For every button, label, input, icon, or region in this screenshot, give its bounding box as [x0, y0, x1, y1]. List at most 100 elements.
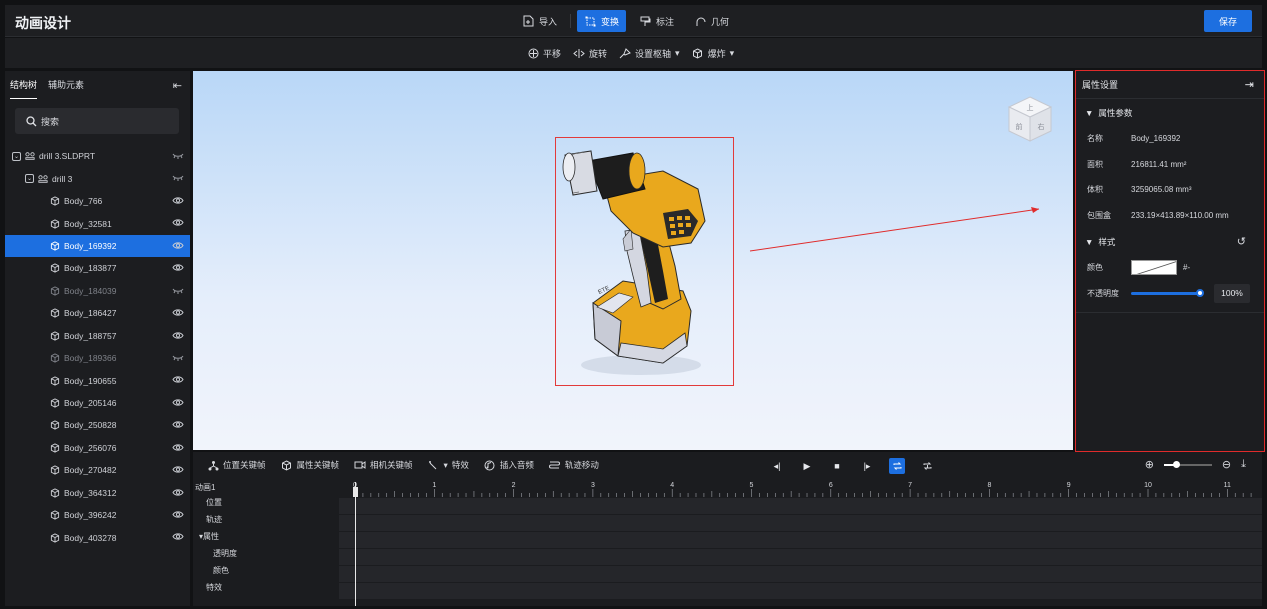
- eye-icon[interactable]: [172, 532, 184, 542]
- tree-item[interactable]: Body_250828: [5, 414, 190, 436]
- camera-keyframe-button[interactable]: 相机关键帧: [354, 459, 413, 471]
- property-panel-title: 属性设置: [1082, 80, 1119, 90]
- translate-button[interactable]: 平移: [527, 44, 561, 62]
- ruler-tick-label: 7: [908, 482, 912, 489]
- expand-toggle-icon[interactable]: ⌄: [12, 151, 21, 161]
- toolbar-divider: [570, 14, 572, 28]
- eye-icon[interactable]: [172, 218, 184, 228]
- tree-item[interactable]: Body_183877: [5, 257, 190, 279]
- track-lane[interactable]: [339, 566, 1262, 582]
- track-label[interactable]: 位置: [193, 494, 339, 511]
- tab-structure-tree[interactable]: 结构树: [10, 71, 38, 99]
- import-button[interactable]: 导入: [515, 10, 564, 32]
- track-move-button[interactable]: 轨迹移动: [549, 459, 599, 471]
- collapse-left-icon[interactable]: ⇤: [173, 79, 182, 92]
- eye-icon[interactable]: [172, 465, 184, 475]
- tree-item[interactable]: Body_270482: [5, 459, 190, 481]
- zoom-slider[interactable]: [1163, 460, 1212, 468]
- collapse-right-icon[interactable]: ⇥: [1245, 78, 1254, 91]
- tree-item[interactable]: Body_189366: [5, 347, 190, 369]
- tab-auxiliary-elements[interactable]: 辅助元素: [48, 71, 84, 99]
- track-lane[interactable]: [339, 532, 1262, 548]
- track-label[interactable]: 轨迹: [193, 511, 339, 528]
- track-lane[interactable]: [339, 549, 1262, 565]
- track-lane[interactable]: [339, 498, 1262, 514]
- tree-item[interactable]: Body_403278: [5, 526, 190, 548]
- playhead[interactable]: [355, 482, 356, 606]
- tree-item[interactable]: ⌄ drill 3.SLDPRT: [5, 145, 190, 167]
- loop-button[interactable]: [889, 458, 905, 474]
- transform-button[interactable]: 变换: [577, 10, 627, 32]
- time-ruler[interactable]: 01234567891011: [339, 480, 1262, 498]
- color-swatch[interactable]: [1131, 260, 1177, 276]
- property-keyframe-button[interactable]: 属性关键帧: [281, 459, 339, 471]
- tree-item[interactable]: Body_188757: [5, 325, 190, 347]
- download-icon[interactable]: ⤓: [1241, 458, 1246, 471]
- eye-closed-icon[interactable]: [172, 353, 184, 363]
- cube-icon: [281, 459, 293, 471]
- eye-icon[interactable]: [172, 196, 184, 206]
- track-label[interactable]: 颜色: [193, 562, 339, 579]
- step-back-button[interactable]: ◂|: [769, 458, 785, 474]
- position-keyframe-button[interactable]: 位置关键帧: [207, 459, 266, 471]
- play-button[interactable]: ▶: [799, 458, 815, 474]
- tree-item[interactable]: Body_32581: [5, 212, 190, 234]
- eye-icon[interactable]: [172, 241, 184, 251]
- tree-item[interactable]: Body_766: [5, 190, 190, 212]
- playhead-handle[interactable]: [353, 487, 358, 497]
- expand-toggle-icon[interactable]: ⌄: [25, 174, 34, 184]
- save-button[interactable]: 保存: [1204, 10, 1252, 32]
- track-label[interactable]: ▾属性: [193, 528, 339, 545]
- eye-icon[interactable]: [172, 263, 184, 273]
- tree-item[interactable]: Body_184039: [5, 280, 190, 302]
- tree-item[interactable]: Body_205146: [5, 392, 190, 414]
- zoom-in-icon[interactable]: ⊕: [1145, 458, 1154, 471]
- section-style[interactable]: ▼ 样式 ↺: [1076, 228, 1264, 255]
- eye-closed-icon[interactable]: [172, 151, 184, 161]
- slider-handle[interactable]: [1196, 288, 1204, 297]
- track-lane[interactable]: [339, 583, 1262, 599]
- track-lane[interactable]: [339, 515, 1262, 531]
- set-pivot-button[interactable]: 设置枢轴 ▾: [619, 44, 680, 62]
- chevron-down-icon: ▾: [675, 47, 680, 58]
- eye-icon[interactable]: [172, 375, 184, 385]
- geometry-button[interactable]: 几何: [687, 10, 736, 32]
- tree-item[interactable]: Body_186427: [5, 302, 190, 324]
- annotate-button[interactable]: 标注: [632, 10, 681, 32]
- explode-button[interactable]: 爆炸 ▾: [692, 44, 734, 62]
- opacity-slider[interactable]: [1131, 288, 1204, 297]
- 3d-viewport[interactable]: ETE 上 前 右: [193, 71, 1073, 450]
- search-input[interactable]: 搜索: [15, 108, 179, 134]
- tree-item[interactable]: Body_364312: [5, 482, 190, 504]
- insert-audio-button[interactable]: 插入音频: [484, 459, 534, 471]
- stop-button[interactable]: ■: [829, 458, 845, 474]
- tree-item-label: Body_190655: [64, 375, 117, 386]
- track-label[interactable]: 特效: [193, 579, 339, 596]
- pivot-icon: [619, 47, 631, 59]
- eye-icon[interactable]: [172, 510, 184, 520]
- tree-item[interactable]: Body_169392: [5, 234, 190, 258]
- track-label[interactable]: 透明度: [193, 545, 339, 562]
- view-cube[interactable]: 上 前 右: [1005, 93, 1055, 145]
- eye-icon[interactable]: [172, 331, 184, 341]
- eye-closed-icon[interactable]: [172, 286, 184, 296]
- eye-icon[interactable]: [172, 488, 184, 498]
- tree-item[interactable]: Body_256076: [5, 437, 190, 459]
- rotate-button[interactable]: 旋转: [573, 44, 607, 62]
- opacity-input[interactable]: 100%: [1214, 283, 1250, 303]
- eye-icon[interactable]: [172, 420, 184, 430]
- tree-item[interactable]: ⌄ drill 3: [5, 167, 190, 189]
- tree-item[interactable]: Body_396242: [5, 504, 190, 526]
- eye-icon[interactable]: [172, 398, 184, 408]
- eye-icon[interactable]: [172, 443, 184, 453]
- step-forward-button[interactable]: |▸: [859, 458, 875, 474]
- zoom-out-icon[interactable]: ⊖: [1222, 458, 1231, 471]
- tree-item[interactable]: Body_190655: [5, 369, 190, 391]
- eye-icon[interactable]: [172, 308, 184, 318]
- section-property-params[interactable]: ▼ 属性参数: [1076, 99, 1264, 126]
- reset-icon[interactable]: ↺: [1237, 235, 1246, 248]
- eye-closed-icon[interactable]: [172, 173, 184, 183]
- view-cube-top-label: 上: [1027, 103, 1034, 112]
- single-loop-button[interactable]: [919, 458, 935, 474]
- effects-button[interactable]: ▾ 特效: [428, 459, 469, 471]
